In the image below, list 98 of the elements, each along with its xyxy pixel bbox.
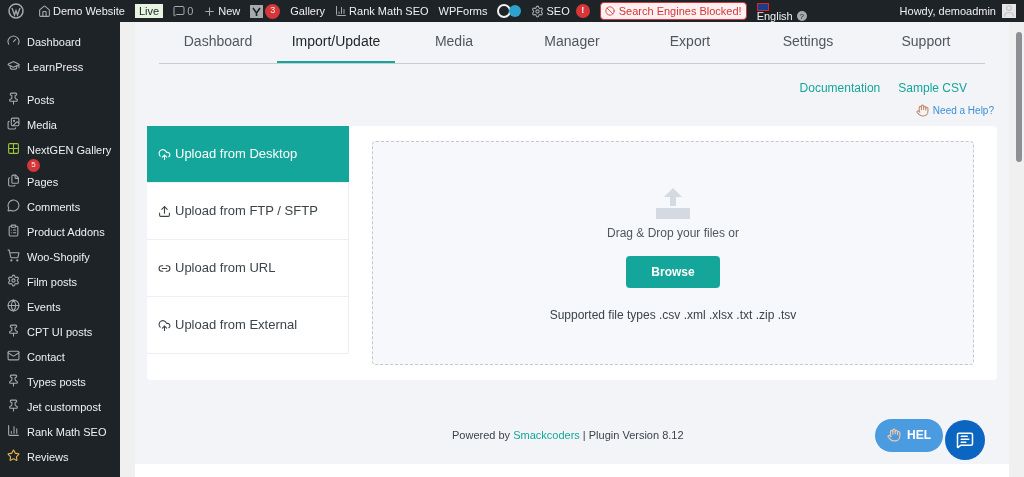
notification-badge: 3 — [265, 3, 281, 19]
sidebar-menu-item[interactable]: Rank Math SEO — [0, 423, 120, 449]
menu-label: Comments — [27, 199, 81, 215]
sidebar-menu-item[interactable]: Pages — [0, 173, 120, 199]
help-icon: ? — [796, 11, 807, 21]
tab[interactable]: Support — [867, 22, 985, 63]
star-icon — [7, 448, 20, 462]
upload-icon — [158, 204, 171, 218]
sidebar-menu-item[interactable]: Media — [0, 117, 120, 142]
menu-label: LearnPress — [27, 60, 84, 75]
menu-label: Pages — [27, 174, 59, 190]
speech-bubble-icon[interactable] — [173, 5, 186, 17]
menu-label: Types posts — [27, 374, 86, 390]
language-switcher[interactable]: English ? — [756, 0, 807, 22]
grid-icon — [7, 142, 20, 155]
y-logo-icon[interactable] — [250, 4, 264, 18]
clipboard-icon — [7, 223, 20, 237]
comment-count: 0 — [187, 3, 194, 19]
sidebar-menu-item[interactable]: Film posts — [0, 273, 120, 299]
upload-tray-icon — [655, 186, 691, 220]
sidebar-menu-item[interactable]: Events — [0, 298, 120, 324]
greeting-link[interactable]: Howdy, demoadmin — [899, 2, 996, 20]
hand-icon — [887, 428, 901, 442]
sidebar-menu-item[interactable]: LearnPress — [0, 59, 120, 84]
tab[interactable]: Import/Update — [277, 22, 395, 63]
sidebar-menu-item[interactable]: Contact — [0, 348, 120, 374]
upload-option[interactable]: Upload from FTP / SFTP — [147, 183, 349, 240]
new-link[interactable]: New — [218, 2, 241, 20]
mail-icon — [7, 348, 20, 362]
cloud-upload-icon — [158, 318, 171, 332]
menu-label: Posts — [27, 93, 55, 108]
upload-option[interactable]: Upload from External — [147, 297, 349, 354]
footer-text: Powered by Smackcoders | Plugin Version 8.12 — [452, 427, 684, 443]
upload-option[interactable]: Upload from URL — [147, 240, 349, 297]
pages-icon — [7, 173, 20, 187]
pin-icon — [7, 323, 20, 337]
chart-icon — [7, 423, 20, 437]
cart-icon — [7, 248, 20, 262]
graduation-cap-icon — [7, 59, 20, 72]
gear-icon[interactable] — [531, 4, 545, 18]
menu-label: Jet custompost — [27, 399, 101, 415]
menu-label: Film posts — [27, 274, 78, 290]
search-engines-blocked-badge[interactable]: Search Engines Blocked! — [599, 2, 747, 20]
menu-label: Woo-Shopify — [27, 249, 90, 265]
sidebar-menu-item[interactable]: Dashboard — [0, 34, 120, 59]
rank-math-link[interactable]: Rank Math SEO — [349, 2, 429, 20]
sidebar-menu-item[interactable]: Posts — [0, 92, 120, 117]
seo-link[interactable]: SEO — [546, 2, 570, 20]
sidebar-menu-item[interactable]: Product Addons — [0, 223, 120, 249]
tab[interactable]: Manager — [513, 22, 631, 63]
menu-label: Contact — [27, 349, 65, 365]
menu-label: Rank Math SEO — [27, 424, 107, 440]
gauge-icon — [7, 34, 20, 47]
menu-label: CPT UI posts — [27, 324, 93, 340]
drop-zone[interactable]: Drag & Drop your files or Browse Supported file types .csv .xml .xlsx .txt .zip .tsv — [372, 141, 974, 365]
menu-label: Media — [27, 118, 57, 133]
pin-icon — [7, 373, 20, 387]
tab[interactable]: Settings — [749, 22, 867, 63]
gallery-link[interactable]: Gallery — [290, 2, 326, 20]
menu-label: Dashboard — [27, 35, 81, 50]
tab[interactable]: Export — [631, 22, 749, 63]
sidebar-menu-item[interactable]: Comments — [0, 198, 120, 224]
chart-icon[interactable] — [335, 5, 348, 17]
menu-label: Events — [27, 299, 61, 315]
sidebar-menu-item[interactable]: Types posts — [0, 373, 120, 399]
pin-icon — [7, 398, 20, 412]
gear-icon — [7, 273, 20, 287]
count-badge: 5 — [27, 158, 40, 172]
sidebar-menu-item[interactable]: NextGEN Gallery 5 — [0, 142, 120, 174]
alert-badge: ! — [575, 4, 590, 18]
supported-types-text: Supported file types .csv .xml .xlsx .txt .zip .tsv — [549, 307, 797, 324]
live-badge: Live — [134, 4, 164, 18]
tab[interactable]: Dashboard — [159, 22, 277, 63]
wordpress-logo-icon[interactable] — [8, 3, 24, 19]
tab[interactable]: Media — [395, 22, 513, 63]
sidebar-menu-item[interactable]: Reviews — [0, 448, 120, 474]
menu-label: Product Addons — [27, 224, 105, 240]
scrollbar-thumb[interactable] — [1016, 32, 1022, 162]
images-icon — [7, 117, 20, 130]
sidebar-menu-item[interactable]: CPT UI posts — [0, 323, 120, 349]
ban-icon — [604, 6, 615, 16]
sidebar-menu-item[interactable]: Jet custompost — [0, 398, 120, 424]
wpforms-link[interactable]: WPForms — [438, 2, 488, 20]
sidebar-menu-item[interactable]: Woo-Shopify — [0, 248, 120, 274]
hand-icon — [915, 104, 929, 117]
site-name-link[interactable]: Demo Website — [53, 2, 125, 20]
pin-icon — [7, 92, 20, 105]
flag-icon — [756, 2, 769, 11]
chat-icon — [956, 431, 974, 449]
drag-drop-text: Drag & Drop your files or — [606, 225, 739, 242]
menu-label: NextGEN Gallery — [27, 143, 112, 158]
globe-icon — [7, 298, 20, 312]
cloud-upload-icon — [158, 147, 171, 161]
home-icon[interactable] — [38, 4, 51, 18]
speech-bubble-icon — [7, 198, 20, 212]
menu-label: Reviews — [27, 449, 69, 465]
plus-icon[interactable] — [203, 4, 217, 18]
chat-button[interactable] — [945, 420, 985, 460]
